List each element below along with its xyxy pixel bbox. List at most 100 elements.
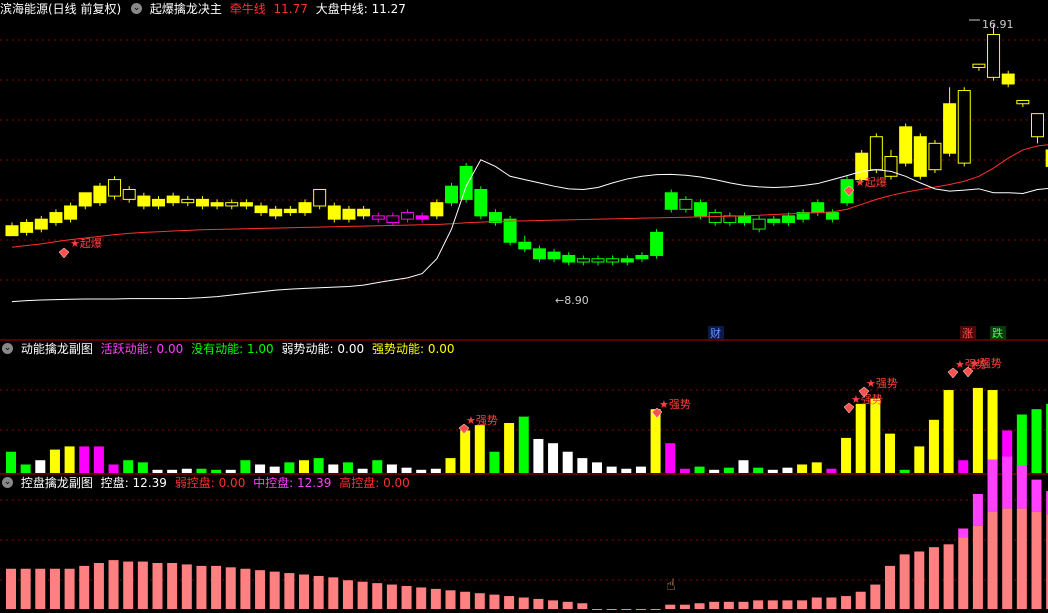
chevron-down-icon[interactable]: ⌄ <box>2 477 13 488</box>
control-bar <box>562 601 573 609</box>
control-bar <box>474 593 485 609</box>
strong-tag: ★强势 <box>851 393 883 406</box>
momentum-bar <box>20 464 31 473</box>
candle-body <box>635 254 649 260</box>
sub1-panel-header: ⌄ 动能擒龙副图 活跃动能: 0.00 没有动能: 1.00 弱势动能: 0.0… <box>2 342 455 356</box>
control-bar <box>123 561 134 609</box>
candle-body <box>357 208 371 217</box>
control-bar <box>181 564 192 609</box>
candle-body <box>650 231 664 256</box>
candle-body <box>108 179 122 197</box>
control-bar <box>972 525 983 609</box>
low-price-label: ←8.90 <box>555 294 589 307</box>
candle-body <box>298 202 312 214</box>
control-bar <box>723 601 734 609</box>
mid-control-value: 12.39 <box>297 476 332 490</box>
momentum-bar <box>196 468 207 473</box>
momentum-bar <box>35 460 46 473</box>
strong-momentum-value: 0.00 <box>427 342 455 356</box>
momentum-bar <box>445 458 456 473</box>
momentum-bar <box>972 387 983 473</box>
strong-tag: ★强势 <box>970 357 1002 370</box>
candle-body <box>5 225 19 237</box>
control-bar <box>328 577 339 609</box>
momentum-bar <box>694 466 705 473</box>
control-bar <box>372 583 383 609</box>
momentum-bar <box>592 462 602 473</box>
control-upper-bar <box>987 459 998 512</box>
candle-body <box>49 212 63 223</box>
momentum-bar <box>885 433 895 473</box>
start-tag: ★起爆 <box>70 236 102 250</box>
momentum-bar <box>635 466 646 473</box>
main-price-panel <box>5 24 1048 303</box>
candle-body <box>415 215 429 220</box>
momentum-bar <box>79 446 90 473</box>
candle-body <box>445 185 458 204</box>
candle-body <box>313 188 327 207</box>
candle-body <box>723 215 737 223</box>
candle-body <box>78 192 92 207</box>
momentum-bar <box>313 458 324 473</box>
chevron-down-icon[interactable]: ⌄ <box>131 3 143 14</box>
chevron-down-icon[interactable]: ⌄ <box>2 343 13 354</box>
candle-body <box>664 192 678 210</box>
zhang-label: 涨 <box>962 327 973 340</box>
candle-body <box>694 202 708 217</box>
control-bar <box>928 547 939 609</box>
candle-body <box>738 215 751 223</box>
control-bar <box>1016 508 1027 609</box>
control-bar <box>635 609 646 610</box>
control-bar <box>284 573 295 609</box>
control-bar <box>841 596 852 609</box>
momentum-bar <box>342 462 353 473</box>
candle-body <box>562 254 576 263</box>
candle-body <box>342 208 356 220</box>
candle-body <box>972 63 986 68</box>
sub1-title[interactable]: 动能擒龙副图 <box>21 342 93 356</box>
control-bar <box>709 601 720 609</box>
weak-control-value: 0.00 <box>218 476 246 490</box>
control-upper-bar <box>1016 465 1027 509</box>
control-bar <box>167 563 178 609</box>
momentum-bar <box>386 464 397 473</box>
candle-body <box>825 212 839 220</box>
main-indicator-name[interactable]: 起爆擒龙决主 <box>150 2 222 16</box>
candle-body <box>195 198 209 207</box>
momentum-bar <box>782 467 793 473</box>
candle-body <box>1001 73 1015 85</box>
control-bar <box>49 568 60 609</box>
control-bar <box>943 544 954 609</box>
momentum-bar <box>1031 409 1042 473</box>
control-bar <box>79 565 90 609</box>
candle-body <box>576 258 590 263</box>
momentum-bar <box>767 469 778 473</box>
momentum-bar <box>723 467 734 473</box>
control-bar <box>416 587 427 609</box>
control-bar <box>518 597 529 609</box>
momentum-bar <box>416 469 427 473</box>
sub2-title[interactable]: 控盘擒龙副图 <box>21 476 93 490</box>
gem-icon <box>58 247 70 259</box>
high-control-label: 高控盘 <box>339 476 376 490</box>
control-bar <box>489 594 500 609</box>
momentum-bar <box>255 464 266 473</box>
control-label: 控盘 <box>100 476 125 490</box>
control-bar <box>137 561 148 609</box>
control-bar <box>885 565 895 609</box>
sub2-panel-header: ⌄ 控盘擒龙副图 控盘: 12.39 弱控盘: 0.00 中控盘: 12.39 … <box>2 476 410 490</box>
momentum-bar <box>562 451 573 473</box>
mid-control-label: 中控盘 <box>253 476 290 490</box>
momentum-bar <box>123 460 134 473</box>
momentum-bar <box>284 462 295 473</box>
strong-tag: ★强势 <box>866 377 898 390</box>
candle-body <box>547 251 561 260</box>
control-bar <box>445 590 456 609</box>
momentum-bar <box>1016 414 1027 473</box>
hand-cursor-icon: ☝ <box>666 575 676 594</box>
candle-body <box>64 205 78 220</box>
momentum-bar <box>64 446 75 473</box>
control-bar <box>811 597 822 609</box>
control-bar <box>211 565 222 609</box>
momentum-bar <box>899 469 910 473</box>
